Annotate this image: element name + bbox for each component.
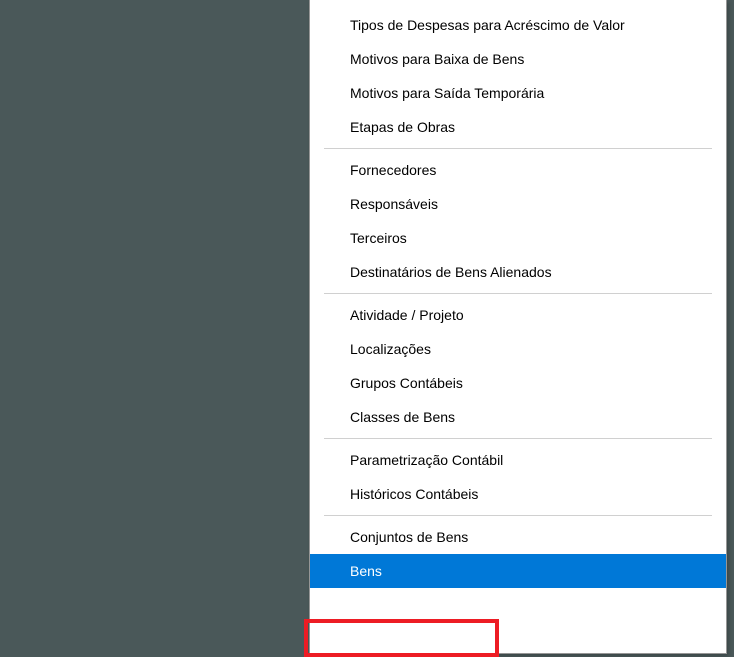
menu-item-tipos-despesas[interactable]: Tipos de Despesas para Acréscimo de Valo…	[310, 8, 726, 42]
menu-item-label: Motivos para Saída Temporária	[350, 85, 544, 101]
menu-item-label: Terceiros	[350, 230, 407, 246]
menu-item-atividade-projeto[interactable]: Atividade / Projeto	[310, 298, 726, 332]
menu-item-label: Classes de Bens	[350, 409, 455, 425]
menu-item-etapas-obras[interactable]: Etapas de Obras	[310, 110, 726, 144]
menu-item-historicos[interactable]: Históricos Contábeis	[310, 477, 726, 511]
menu-separator	[324, 148, 712, 149]
menu-item-label: Conjuntos de Bens	[350, 529, 468, 545]
menu-item-motivos-saida[interactable]: Motivos para Saída Temporária	[310, 76, 726, 110]
menu-item-label: Tipos de Despesas para Acréscimo de Valo…	[350, 17, 625, 33]
menu-separator	[324, 293, 712, 294]
menu-item-grupos-contabeis[interactable]: Grupos Contábeis	[310, 366, 726, 400]
menu-item-label: Etapas de Obras	[350, 119, 455, 135]
menu-item-label: Motivos para Baixa de Bens	[350, 51, 524, 67]
menu-item-localizacoes[interactable]: Localizações	[310, 332, 726, 366]
menu-item-destinatarios[interactable]: Destinatários de Bens Alienados	[310, 255, 726, 289]
menu-separator	[324, 438, 712, 439]
menu-item-label: Destinatários de Bens Alienados	[350, 264, 552, 280]
menu-item-label: Responsáveis	[350, 196, 438, 212]
menu-item-label: Parametrização Contábil	[350, 452, 503, 468]
menu-item-label: Atividade / Projeto	[350, 307, 464, 323]
menu-item-responsaveis[interactable]: Responsáveis	[310, 187, 726, 221]
menu-item-terceiros[interactable]: Terceiros	[310, 221, 726, 255]
menu-item-label: Fornecedores	[350, 162, 436, 178]
menu-item-label: Históricos Contábeis	[350, 486, 478, 502]
menu-item-label: Localizações	[350, 341, 431, 357]
menu-item-label: Grupos Contábeis	[350, 375, 463, 391]
menu-item-parametrizacao[interactable]: Parametrização Contábil	[310, 443, 726, 477]
menu-item-fornecedores[interactable]: Fornecedores	[310, 153, 726, 187]
menu-item-bens[interactable]: Bens	[310, 554, 726, 588]
menu-item-conjuntos-bens[interactable]: Conjuntos de Bens	[310, 520, 726, 554]
menu-item-label: Bens	[350, 563, 382, 579]
menu-separator	[324, 515, 712, 516]
dropdown-menu: Tipos de Despesas para Acréscimo de Valo…	[309, 0, 727, 654]
menu-item-classes-bens[interactable]: Classes de Bens	[310, 400, 726, 434]
menu-item-motivos-baixa[interactable]: Motivos para Baixa de Bens	[310, 42, 726, 76]
